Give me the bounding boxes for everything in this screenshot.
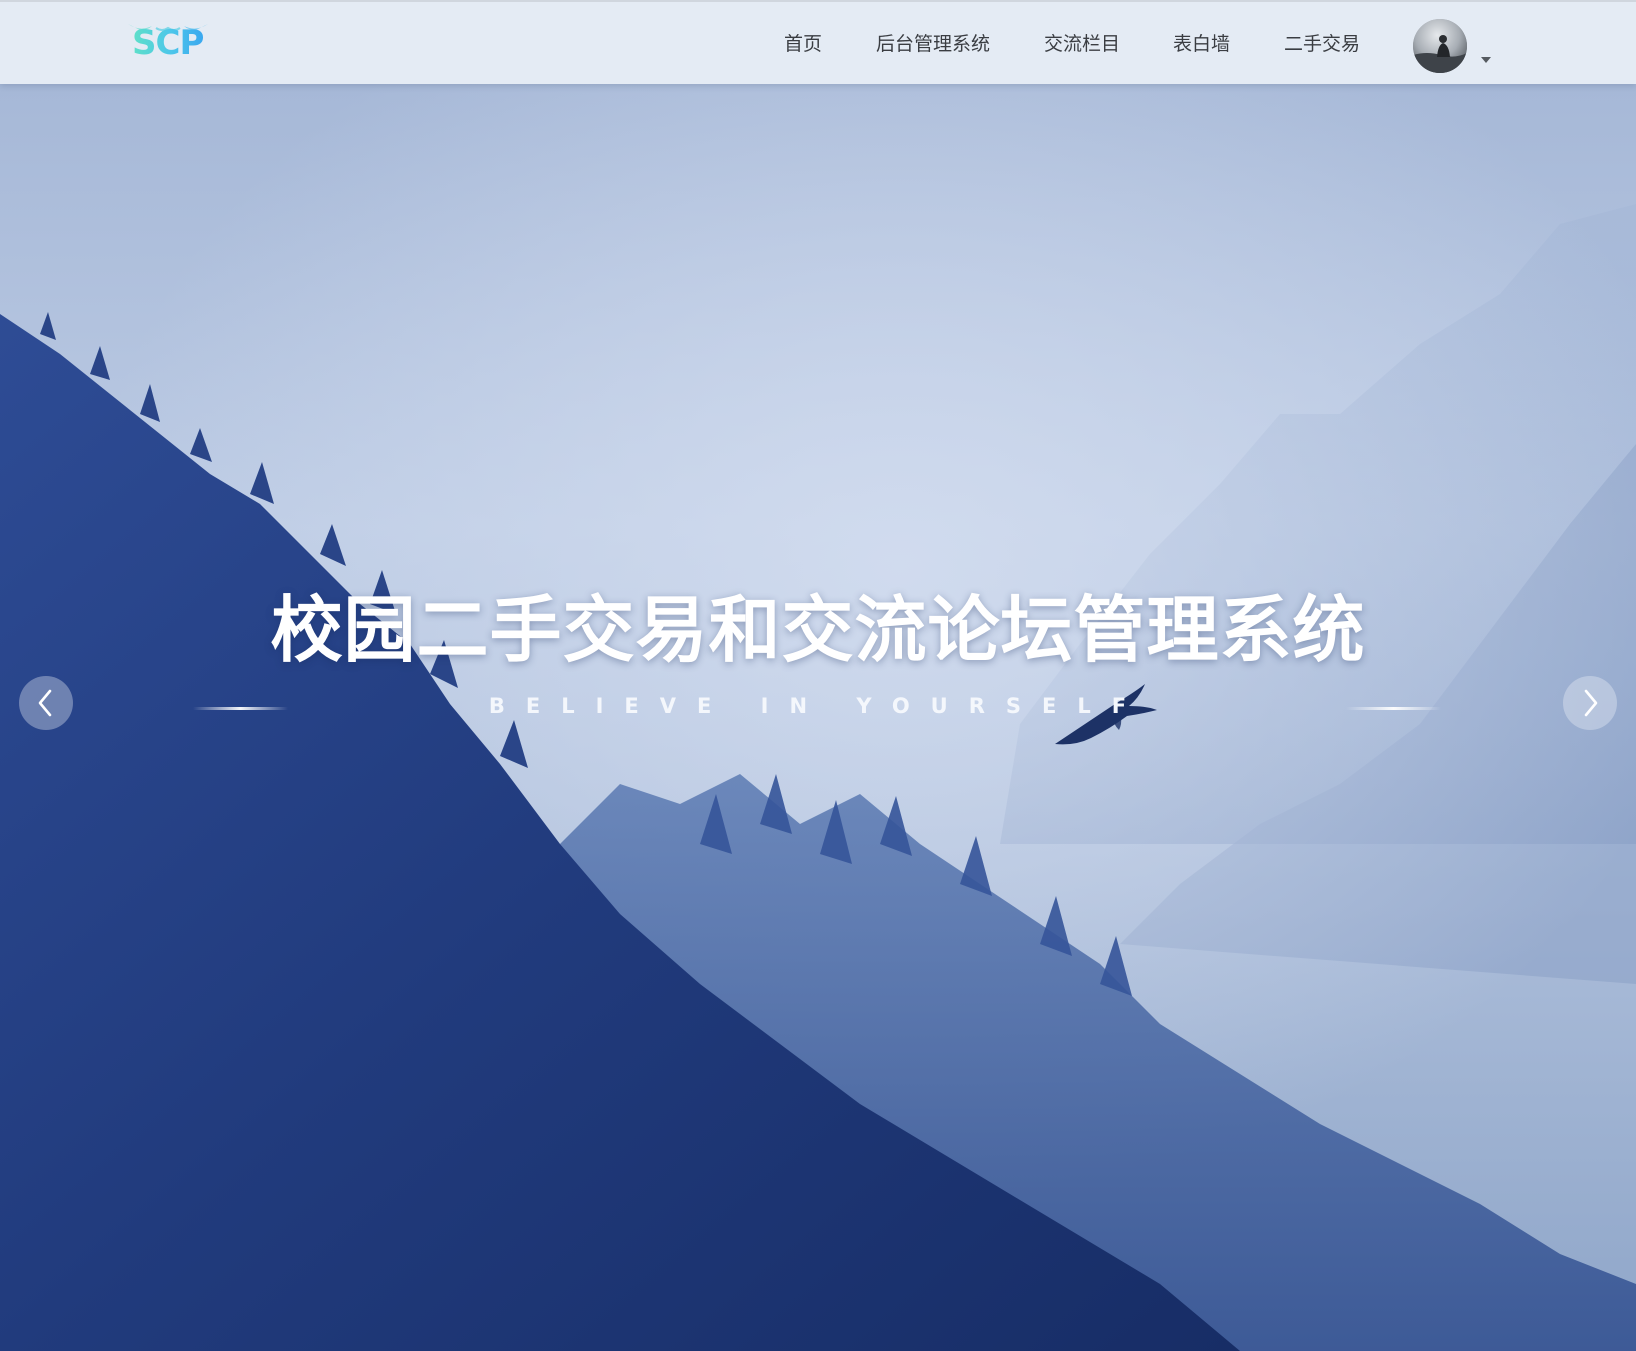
nav-home[interactable]: 首页 (784, 32, 822, 56)
chevron-right-icon (1584, 689, 1598, 717)
top-navbar: SCP 首页 后台管理系统 交流栏目 表白墙 二手交易 (0, 0, 1636, 84)
logo-text: SCP (132, 23, 204, 63)
site-logo[interactable]: SCP (126, 16, 210, 66)
avatar-photo-icon (1413, 19, 1467, 73)
carousel-prev-button[interactable] (19, 676, 73, 730)
caret-down-icon[interactable] (1481, 57, 1491, 63)
hero-subtitle: BELIEVE IN YOURSELF (488, 694, 1148, 718)
hero-title: 校园二手交易和交流论坛管理系统 (270, 588, 1366, 672)
user-avatar[interactable] (1413, 19, 1467, 73)
carousel-next-button[interactable] (1563, 676, 1617, 730)
nav-confession-wall[interactable]: 表白墙 (1173, 32, 1230, 56)
chevron-left-icon (38, 689, 52, 717)
hero-carousel: 校园二手交易和交流论坛管理系统 BELIEVE IN YOURSELF (0, 84, 1636, 1351)
nav-second-hand-trade[interactable]: 二手交易 (1284, 32, 1360, 56)
nav-admin-system[interactable]: 后台管理系统 (876, 32, 990, 56)
nav-forum[interactable]: 交流栏目 (1044, 32, 1120, 56)
